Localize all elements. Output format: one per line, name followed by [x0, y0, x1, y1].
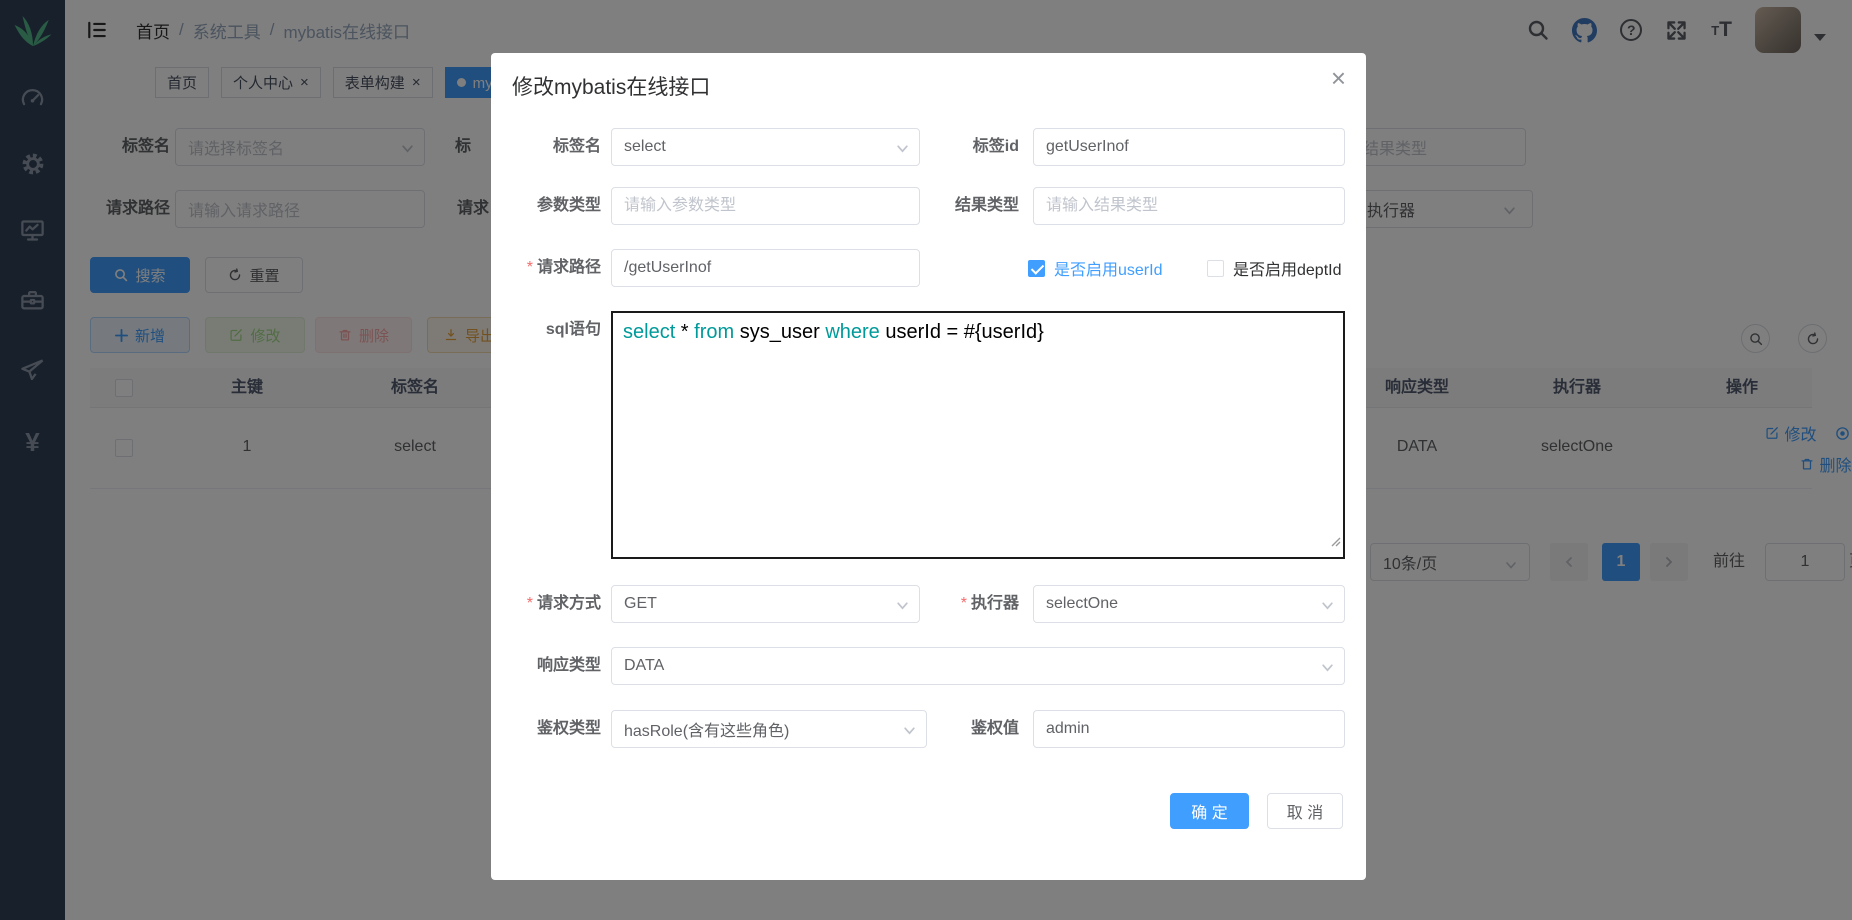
resize-handle-icon[interactable] — [1329, 528, 1341, 555]
sql-editor[interactable]: select * from sys_user where userId = #{… — [611, 311, 1345, 559]
dialog-title: 修改mybatis在线接口 — [512, 71, 710, 101]
executor-select[interactable]: selectOne — [1033, 585, 1345, 623]
response-type-select[interactable]: DATA — [611, 647, 1345, 685]
checkbox-label: 是否启用userId — [1054, 256, 1162, 280]
select-value: select — [624, 138, 666, 156]
dialog-close-icon[interactable]: × — [1331, 65, 1346, 91]
tag-id-input[interactable] — [1033, 128, 1345, 166]
chevron-down-icon — [1321, 599, 1334, 617]
result-type-label: 结果类型 — [899, 187, 1019, 225]
result-type-input[interactable] — [1033, 187, 1345, 225]
select-value: hasRole(含有这些角色) — [624, 717, 789, 741]
select-value: GET — [624, 595, 657, 613]
chevron-down-icon — [1321, 661, 1334, 679]
select-value: selectOne — [1046, 595, 1118, 613]
select-value: DATA — [624, 657, 664, 675]
tag-name-select[interactable]: select — [611, 128, 920, 166]
required-mark: * — [527, 595, 533, 612]
required-mark: * — [961, 595, 967, 612]
sql-code: select * from sys_user where userId = #{… — [623, 321, 1044, 343]
enable-userid-checkbox[interactable]: 是否启用userId — [1028, 249, 1162, 287]
required-mark: * — [527, 259, 533, 276]
enable-deptid-checkbox[interactable]: 是否启用deptId — [1207, 249, 1342, 287]
button-label: 取 消 — [1287, 799, 1323, 823]
confirm-button[interactable]: 确 定 — [1170, 793, 1249, 829]
executor-label: *执行器 — [899, 585, 1019, 623]
request-path-input[interactable] — [611, 249, 920, 287]
tag-id-label: 标签id — [899, 128, 1019, 166]
cancel-button[interactable]: 取 消 — [1267, 793, 1343, 829]
auth-type-select[interactable]: hasRole(含有这些角色) — [611, 710, 927, 748]
sql-label: sql语句 — [491, 311, 601, 349]
param-type-input[interactable] — [611, 187, 920, 225]
checkbox-checked-icon — [1028, 260, 1045, 277]
param-type-label: 参数类型 — [491, 187, 601, 225]
edit-mybatis-dialog: 修改mybatis在线接口 × 标签名 select 标签id 参数类型 结果类… — [491, 53, 1366, 880]
checkbox-label: 是否启用deptId — [1233, 256, 1342, 280]
screen: ¥ 首页 / 系统工具 / mybatis在线接口 — [0, 0, 1852, 920]
request-method-select[interactable]: GET — [611, 585, 920, 623]
request-method-label: *请求方式 — [491, 585, 601, 623]
response-type-label: 响应类型 — [491, 647, 601, 685]
auth-value-label: 鉴权值 — [899, 710, 1019, 748]
button-label: 确 定 — [1191, 799, 1227, 823]
checkbox-unchecked-icon — [1207, 260, 1224, 277]
auth-type-label: 鉴权类型 — [491, 710, 601, 748]
request-path-label: *请求路径 — [491, 249, 601, 287]
auth-value-input[interactable] — [1033, 710, 1345, 748]
tag-name-label: 标签名 — [491, 128, 601, 166]
